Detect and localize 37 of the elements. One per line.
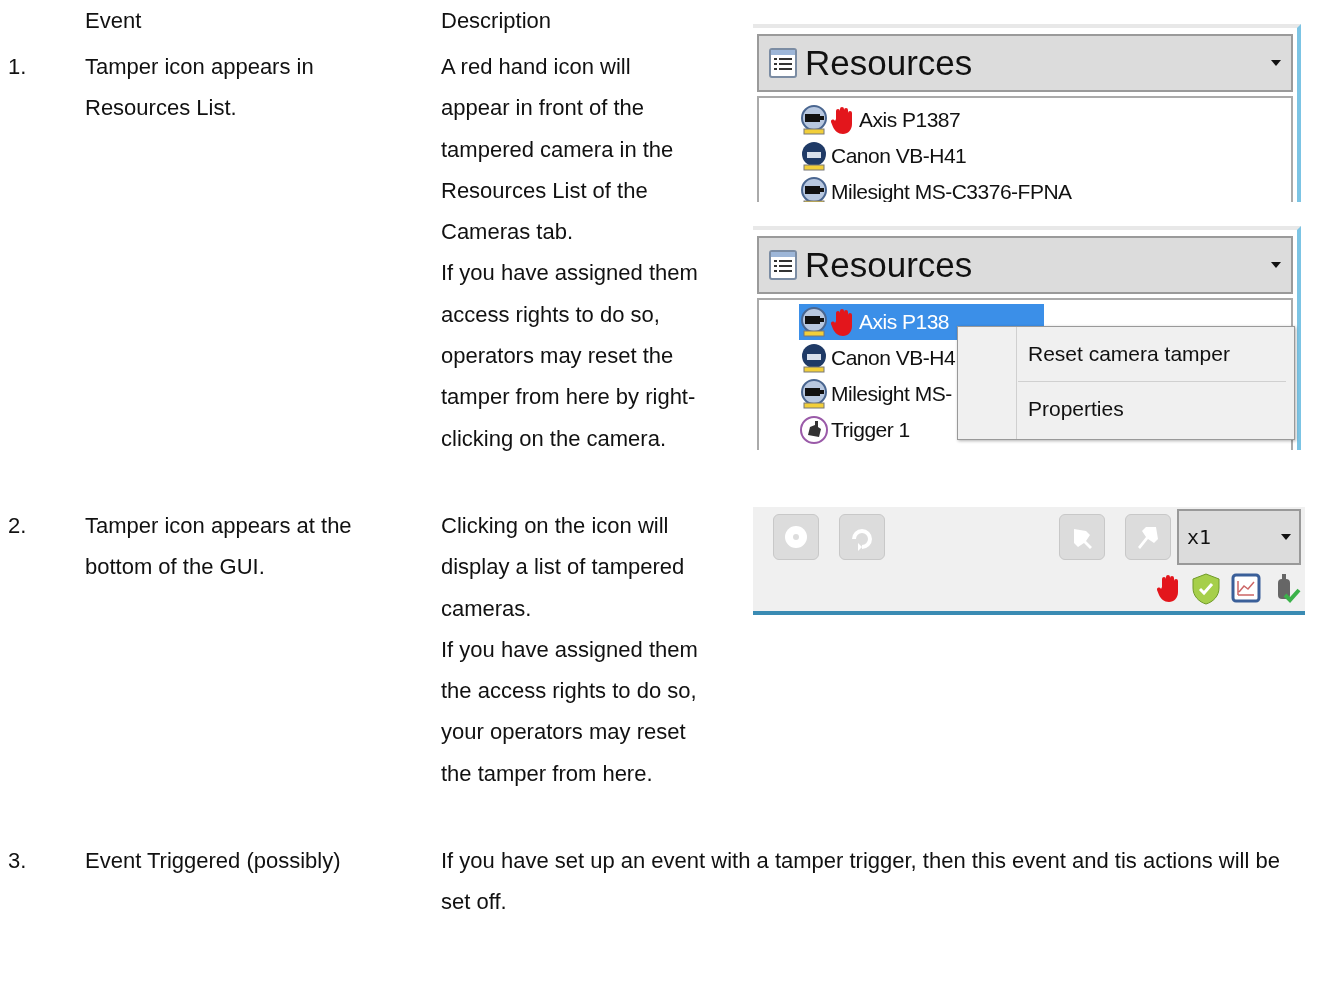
camera-icon [799,177,829,202]
event-text: Tamper icon appears in Resources List. [85,53,315,122]
event-text: Event Triggered (possibly) [85,847,342,876]
dome-camera-icon [799,343,829,373]
dome-camera-icon [799,141,829,171]
row-number: 2. [8,511,28,540]
resource-item[interactable]: Axis P1387 [799,102,961,138]
description-text: If you have assigned them access rights to do so, operators may reset the tamper from here by right- clicking on the camera. [441,259,699,453]
resource-item[interactable]: Canon VB-H4 [799,340,956,376]
row-number: 3. [8,847,28,876]
resource-item[interactable]: Canon VB-H41 [799,138,967,174]
panel-title: Resources [805,245,974,285]
row-number: 1. [8,53,28,81]
caret-icon[interactable] [1271,262,1281,268]
event-text: Tamper icon appears at the bottom of the GUI. [85,511,353,581]
description-text: A red hand icon will appear in front of the tampered camera in the Resources List of the Cameras tab. [441,53,675,247]
list-icon [769,48,797,78]
hand-icon[interactable] [1157,572,1181,603]
list-icon [769,250,797,280]
column-header: Event [85,7,143,35]
camera-icon [799,379,829,409]
description-text: If you have set up an event with a tamper trigger, then this event and tis actions will be set off. [441,847,1281,917]
chart-icon[interactable] [1231,572,1261,603]
description-text: If you have assigned them the access rights to do so, your operators may reset the tamper from here. [441,635,699,788]
camera-icon [799,105,829,135]
caret-icon [1281,533,1291,540]
column-header: Description [441,7,553,35]
caret-icon[interactable] [1271,60,1281,66]
speed-dropdown[interactable]: x1 [1177,508,1301,565]
description-text: Clicking on the icon will display a list of tampered cameras. [441,511,686,623]
resource-item[interactable]: Milesight MS- [799,376,952,412]
camera-icon [799,307,829,337]
shield-icon[interactable] [1191,572,1221,605]
resource-item[interactable]: Trigger 1 [799,412,910,448]
trigger-icon [799,415,829,445]
panel-title: Resources [805,43,974,83]
menu-item[interactable]: Properties [958,382,1294,436]
